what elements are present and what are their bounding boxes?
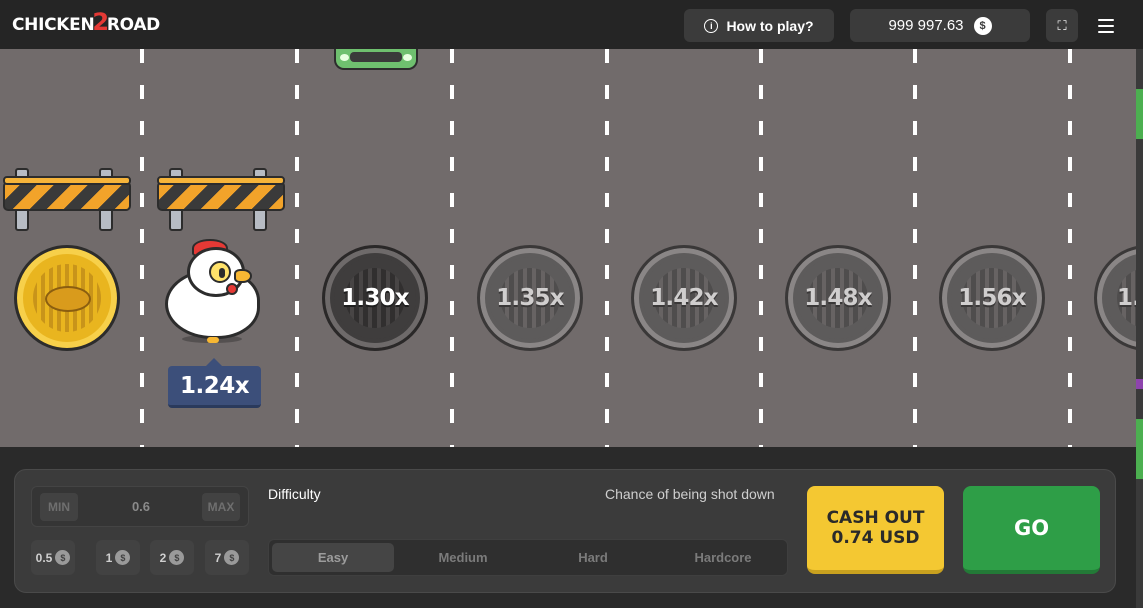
step-multiplier: 1.56x: [958, 285, 1026, 311]
roast-chicken-icon: [45, 286, 91, 312]
hamburger-menu-button[interactable]: [1090, 9, 1122, 42]
game-road: 1.24x 1.30x 1.35x 1.42x 1.48x 1.56x 1.6: [0, 49, 1136, 447]
quick-bet-value: 7: [214, 550, 222, 565]
lane-divider: [450, 49, 454, 447]
chance-label: Chance of being shot down: [605, 486, 775, 502]
cash-out-amount: 0.74 USD: [831, 528, 920, 548]
manhole-step[interactable]: 1.30x: [322, 245, 428, 351]
dollar-coin-icon: $: [115, 550, 131, 565]
balance-display: 999 997.63 $: [850, 9, 1030, 42]
difficulty-tab-medium[interactable]: Medium: [402, 543, 524, 572]
manhole-step: 1.42x: [631, 245, 737, 351]
side-edge-grass: [1136, 419, 1143, 479]
fullscreen-button[interactable]: ⛶: [1046, 9, 1078, 42]
chicken-foot: [207, 337, 219, 343]
menu-icon-line: [1098, 24, 1114, 27]
menu-icon-line: [1098, 18, 1114, 21]
road-barrier: [157, 168, 285, 231]
manhole-step: 1.6: [1094, 245, 1136, 351]
cash-out-button[interactable]: CASH OUT 0.74 USD: [807, 486, 944, 574]
step-multiplier: 1.48x: [804, 285, 872, 311]
how-to-play-label: How to play?: [726, 17, 814, 34]
car-headlight: [340, 54, 349, 61]
menu-icon-line: [1098, 30, 1114, 33]
difficulty-tab-hard[interactable]: Hard: [532, 543, 654, 572]
barrier-stripes: [157, 181, 285, 211]
lane-divider: [295, 49, 299, 447]
step-multiplier: 1.6: [1117, 285, 1136, 311]
dollar-coin-icon: $: [55, 550, 71, 565]
quick-bet-value: 2: [159, 550, 167, 565]
top-bar: CHICKEN 2 ROAD i How to play? 999 997.63 $…: [0, 0, 1143, 49]
cash-out-label: CASH OUT: [826, 507, 925, 528]
go-button[interactable]: GO: [963, 486, 1100, 574]
info-icon: i: [704, 18, 719, 33]
bet-min-button[interactable]: MIN: [40, 493, 78, 521]
barrier-top: [3, 176, 131, 185]
lane-divider: [605, 49, 609, 447]
chicken-beak: [234, 269, 252, 283]
logo-number: 2: [92, 8, 109, 36]
manhole-step: 1.35x: [477, 245, 583, 351]
car: [334, 49, 418, 70]
step-multiplier: 1.30x: [341, 285, 409, 311]
game-logo: CHICKEN 2 ROAD: [12, 8, 160, 38]
lane-divider: [759, 49, 763, 447]
side-edge-grass: [1136, 89, 1143, 139]
barrier-top: [157, 176, 285, 185]
start-coin-icon: [14, 245, 120, 351]
dollar-coin-icon: $: [224, 550, 240, 565]
manhole-step: 1.48x: [785, 245, 891, 351]
logo-text-right: ROAD: [106, 15, 160, 35]
dollar-coin-icon: $: [169, 550, 185, 565]
lane-divider: [140, 49, 144, 447]
side-edge-mark: [1136, 379, 1143, 389]
logo-text-left: CHICKEN: [12, 15, 95, 35]
balance-value: 999 997.63: [888, 17, 964, 34]
quick-bet-button[interactable]: 7 $: [205, 540, 249, 575]
bet-amount-control: MIN 0.6 MAX: [31, 486, 249, 527]
lane-divider: [1068, 49, 1072, 447]
lane-divider: [913, 49, 917, 447]
bet-amount-input[interactable]: 0.6: [102, 487, 180, 526]
difficulty-label: Difficulty: [268, 486, 321, 502]
difficulty-tab-hardcore[interactable]: Hardcore: [662, 543, 784, 572]
chicken-character: [162, 239, 262, 344]
manhole-step: 1.56x: [939, 245, 1045, 351]
difficulty-selector: Easy Medium Hard Hardcore: [268, 539, 788, 576]
road-barrier: [3, 168, 131, 231]
quick-bet-button[interactable]: 0.5 $: [31, 540, 75, 575]
car-headlight: [403, 54, 412, 61]
quick-bet-button[interactable]: 1 $: [96, 540, 140, 575]
quick-bet-value: 1: [105, 550, 113, 565]
dollar-coin-icon: $: [973, 16, 992, 35]
fullscreen-icon: ⛶: [1057, 17, 1067, 33]
bet-max-button[interactable]: MAX: [202, 493, 240, 521]
quick-bet-button[interactable]: 2 $: [150, 540, 194, 575]
chicken-wattle: [226, 283, 238, 295]
step-multiplier: 1.35x: [496, 285, 564, 311]
step-multiplier: 1.42x: [650, 285, 718, 311]
barrier-stripes: [3, 181, 131, 211]
difficulty-tab-easy[interactable]: Easy: [272, 543, 394, 572]
chicken-eye: [209, 261, 231, 283]
side-edge: [1136, 49, 1143, 608]
car-window: [350, 52, 402, 62]
how-to-play-button[interactable]: i How to play?: [684, 9, 834, 42]
quick-bet-value: 0.5: [35, 550, 53, 565]
control-panel: MIN 0.6 MAX 0.5 $ 1 $ 2 $ 7 $ Difficulty…: [14, 469, 1116, 593]
current-multiplier-tag: 1.24x: [168, 358, 261, 408]
